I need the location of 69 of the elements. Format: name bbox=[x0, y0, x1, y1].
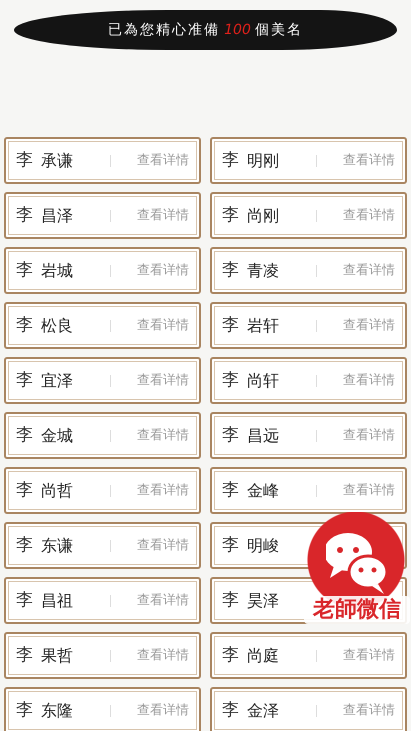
surname-text: 李 bbox=[16, 644, 33, 667]
given-name-text: 金峰 bbox=[247, 480, 280, 502]
banner-text: 已為您精心准備 bbox=[108, 20, 220, 40]
name-card[interactable]: 李 东谦 查看详情 bbox=[4, 522, 201, 569]
name-card[interactable]: 李 果哲 查看详情 bbox=[4, 632, 201, 679]
name-card[interactable]: 李 昌远 查看详情 bbox=[210, 412, 407, 459]
contact-label: 老師微信 bbox=[304, 596, 410, 624]
name-card[interactable]: 李 尚轩 查看详情 bbox=[210, 357, 407, 404]
given-name-text: 果哲 bbox=[41, 644, 74, 666]
surname-text: 李 bbox=[222, 314, 239, 337]
name-card[interactable]: 李 尚庭 查看详情 bbox=[210, 632, 407, 679]
name-card[interactable]: 李 松良 查看详情 bbox=[4, 302, 201, 349]
given-name-text: 尚哲 bbox=[41, 480, 74, 502]
given-name-text: 金城 bbox=[41, 424, 74, 446]
name-card[interactable]: 李 金峰 查看详情 bbox=[210, 467, 407, 514]
given-name-text: 青凌 bbox=[247, 260, 280, 282]
name-card[interactable]: 李 昌祖 查看详情 bbox=[4, 577, 201, 624]
given-name-text: 尚庭 bbox=[247, 644, 280, 666]
banner-text: 個美名 bbox=[254, 20, 303, 40]
given-name-text: 昌泽 bbox=[41, 204, 74, 226]
surname-text: 李 bbox=[222, 368, 239, 392]
surname-text: 李 bbox=[222, 588, 239, 612]
given-name-text: 昊泽 bbox=[247, 590, 280, 612]
count-text: 100 bbox=[224, 20, 251, 40]
name-card[interactable]: 李 宜泽 查看详情 bbox=[4, 357, 201, 404]
given-name-text: 尚刚 bbox=[247, 204, 280, 226]
surname-text: 李 bbox=[222, 424, 239, 447]
given-name-text: 昌祖 bbox=[41, 590, 74, 612]
given-name-text: 承谦 bbox=[41, 150, 74, 172]
surname-text: 李 bbox=[222, 204, 239, 227]
surname-text: 李 bbox=[16, 478, 33, 502]
surname-text: 李 bbox=[16, 314, 33, 337]
given-name-text: 尚轩 bbox=[247, 370, 280, 392]
surname-text: 李 bbox=[222, 478, 239, 502]
surname-text: 李 bbox=[222, 258, 239, 282]
given-name-text: 明刚 bbox=[247, 150, 280, 172]
name-card[interactable]: 李 明刚 查看详情 bbox=[210, 137, 407, 184]
surname-text: 李 bbox=[16, 588, 33, 612]
given-name-text: 金泽 bbox=[247, 700, 280, 722]
given-name-text: 岩轩 bbox=[247, 314, 280, 336]
name-card[interactable]: 李 金城 查看详情 bbox=[4, 412, 201, 459]
name-card[interactable]: 李 东隆 查看详情 bbox=[4, 687, 201, 731]
surname-text: 李 bbox=[222, 148, 239, 172]
name-card[interactable]: 李 金泽 查看详情 bbox=[210, 687, 407, 731]
surname-text: 李 bbox=[16, 204, 33, 227]
name-card[interactable]: 李 岩城 查看详情 bbox=[4, 247, 201, 294]
surname-text: 李 bbox=[222, 534, 239, 557]
given-name-text: 松良 bbox=[41, 314, 74, 336]
surname-text: 李 bbox=[16, 368, 33, 392]
surname-text: 李 bbox=[16, 148, 33, 172]
name-card[interactable]: 李 岩轩 查看详情 bbox=[210, 302, 407, 349]
name-card[interactable]: 李 承谦 查看详情 bbox=[4, 137, 201, 184]
given-name-text: 明峻 bbox=[247, 534, 280, 556]
surname-text: 李 bbox=[16, 424, 33, 447]
given-name-text: 岩城 bbox=[41, 260, 74, 282]
name-card[interactable]: 李 昌泽 查看详情 bbox=[4, 192, 201, 239]
surname-text: 李 bbox=[16, 534, 33, 557]
contact-popup[interactable]: 老師微信 bbox=[304, 512, 410, 626]
surname-text: 李 bbox=[222, 644, 239, 667]
surname-text: 李 bbox=[16, 258, 33, 282]
given-name-text: 东隆 bbox=[41, 700, 74, 722]
name-card[interactable]: 李 尚刚 查看详情 bbox=[210, 192, 407, 239]
name-card[interactable]: 李 尚哲 查看详情 bbox=[4, 467, 201, 514]
surname-text: 李 bbox=[222, 698, 239, 722]
given-name-text: 昌远 bbox=[247, 424, 280, 446]
surname-text: 李 bbox=[16, 698, 33, 722]
name-card[interactable]: 李 青凌 查看详情 bbox=[210, 247, 407, 294]
given-name-text: 东谦 bbox=[41, 534, 74, 556]
given-name-text: 宜泽 bbox=[41, 370, 74, 392]
